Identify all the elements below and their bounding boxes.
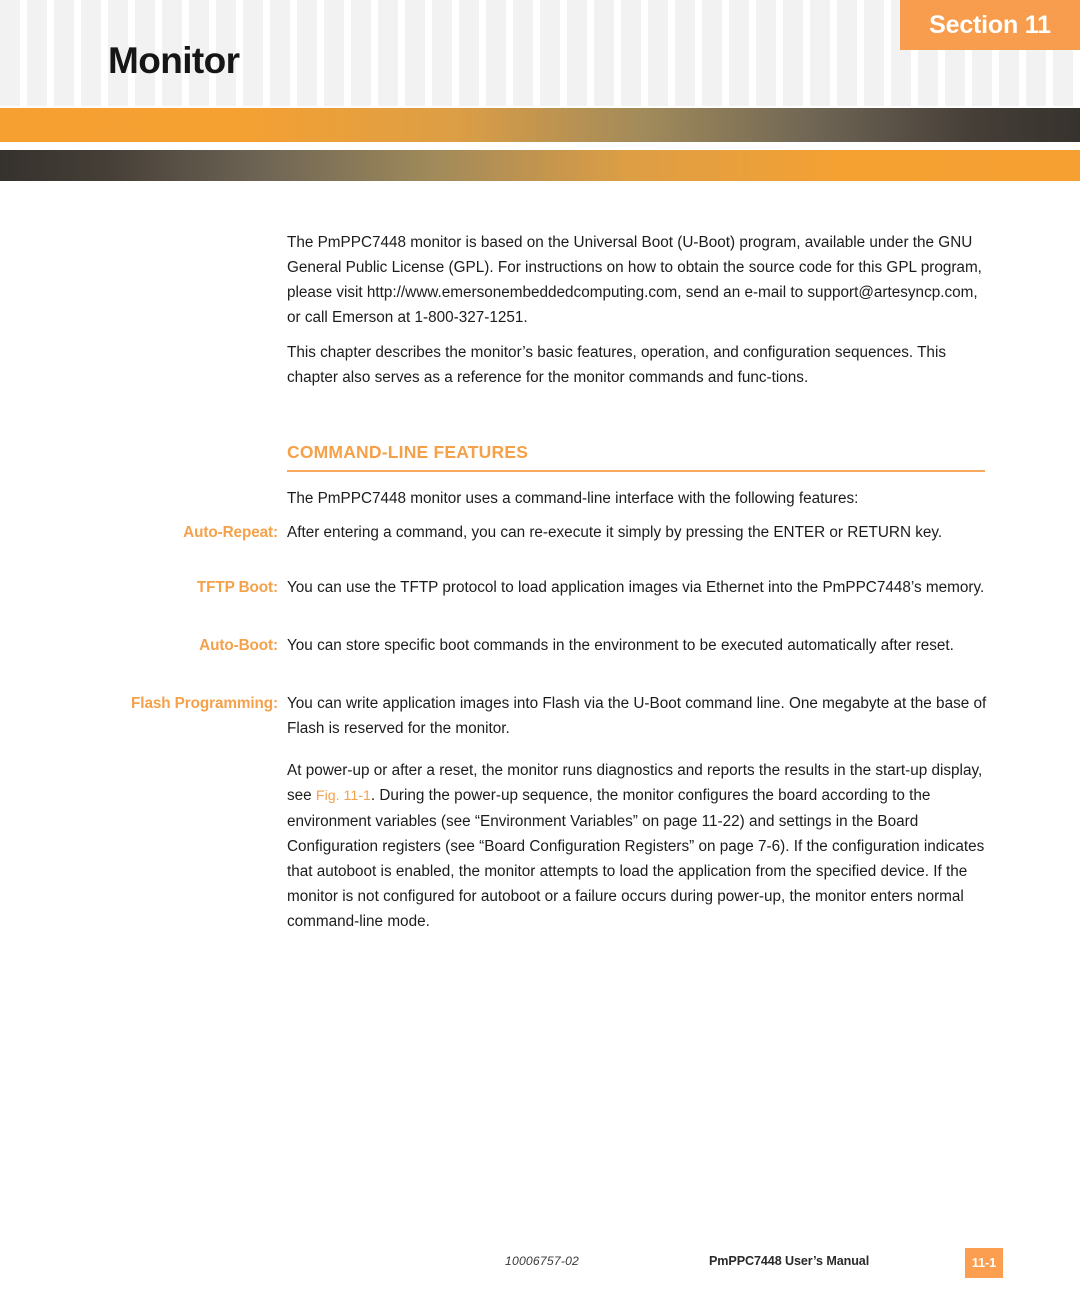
feature-description: After entering a command, you can re-exe… bbox=[287, 524, 943, 541]
feature-term: Auto-Repeat: bbox=[183, 524, 278, 541]
section-heading-rule bbox=[287, 470, 985, 472]
section-badge-label: Section 11 bbox=[929, 10, 1051, 39]
feature-term: TFTP Boot: bbox=[196, 579, 278, 596]
closing-paragraph-part2: . During the power-up sequence, the moni… bbox=[287, 787, 985, 930]
feature-term: Flash Programming: bbox=[131, 695, 278, 712]
feature-term: Auto-Boot: bbox=[199, 637, 278, 654]
footer-page-number: 11-1 bbox=[971, 1256, 997, 1270]
section-heading: COMMAND-LINE FEATURES bbox=[287, 442, 529, 462]
footer-page-number-badge: 11-1 bbox=[965, 1248, 1003, 1278]
page-title: Monitor bbox=[108, 40, 240, 81]
footer-document-number: 10006757-02 bbox=[505, 1254, 580, 1268]
feature-row-auto-boot: Auto-Boot: You can store specific boot c… bbox=[60, 633, 987, 658]
footer-manual-title: PmPPC7448 User’s Manual bbox=[709, 1254, 870, 1268]
feature-row-tftp-boot: TFTP Boot: You can use the TFTP protocol… bbox=[60, 575, 987, 600]
feature-row-flash-programming: Flash Programming: You can write applica… bbox=[60, 691, 987, 741]
figure-cross-reference-link[interactable]: Fig. 11-1 bbox=[316, 788, 371, 804]
feature-row-auto-repeat: Auto-Repeat: After entering a command, y… bbox=[60, 520, 987, 545]
feature-description: You can store specific boot commands in … bbox=[287, 637, 954, 654]
feature-description: You can write application images into Fl… bbox=[287, 695, 987, 737]
feature-description: You can use the TFTP protocol to load ap… bbox=[287, 579, 985, 596]
header-gradient-bar-bottom bbox=[0, 150, 1080, 181]
closing-paragraph: At power-up or after a reset, the monito… bbox=[287, 758, 987, 934]
intro-paragraph: The PmPPC7448 monitor is based on the Un… bbox=[287, 234, 982, 326]
page-footer: 10006757-02 PmPPC7448 User’s Manual 11-1 bbox=[0, 1248, 1080, 1282]
chapter-paragraph: This chapter describes the monitor’s bas… bbox=[287, 344, 946, 386]
section-lead-paragraph: The PmPPC7448 monitor uses a command-lin… bbox=[287, 490, 859, 507]
section-badge: Section 11 bbox=[900, 0, 1080, 50]
header-gradient-bar-top bbox=[0, 108, 1080, 142]
page-header: Section 11 Monitor bbox=[0, 0, 1080, 106]
